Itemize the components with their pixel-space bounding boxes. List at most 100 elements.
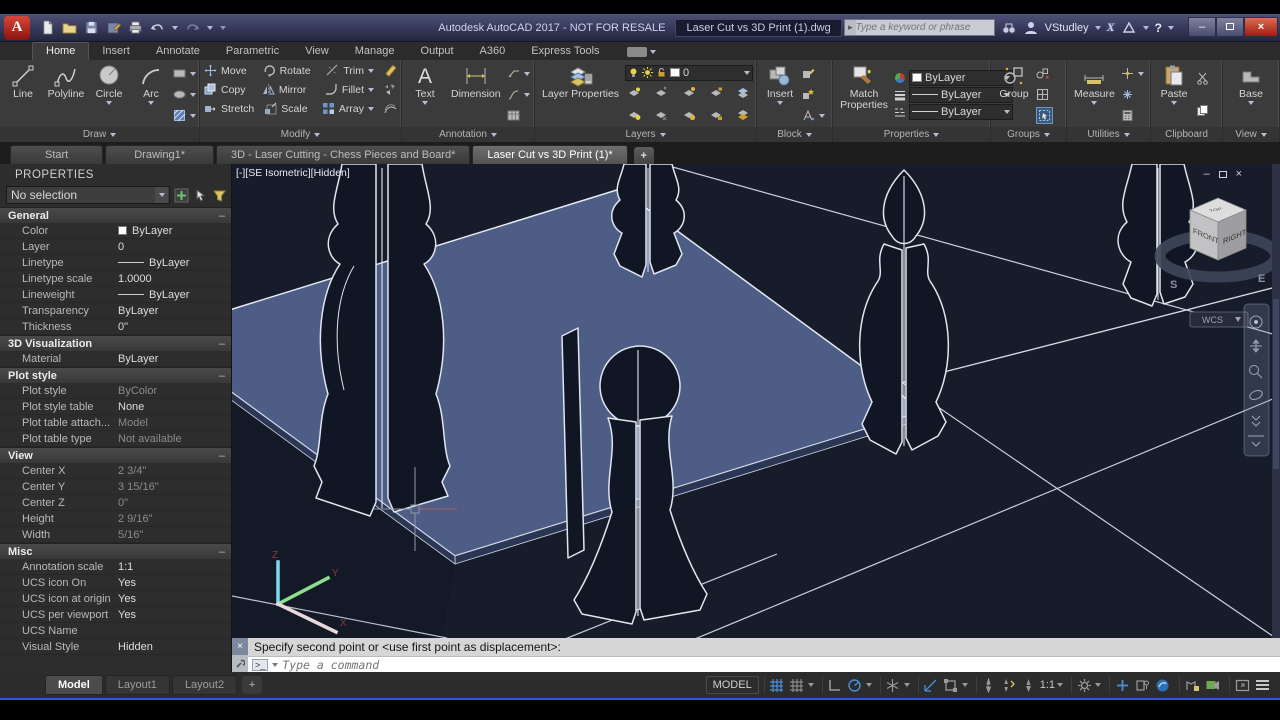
insert-dropdown-icon[interactable] bbox=[777, 101, 783, 105]
workspace-dropdown-icon[interactable] bbox=[1095, 683, 1101, 687]
property-row[interactable]: Linetype ByLayer bbox=[0, 255, 231, 271]
block-edit-icon[interactable] bbox=[802, 65, 825, 82]
property-row[interactable]: Visual Style Hidden bbox=[0, 639, 231, 655]
collapse-icon[interactable]: – bbox=[219, 338, 225, 350]
new-file-icon[interactable] bbox=[40, 20, 55, 35]
section-plot-style[interactable]: Plot style – bbox=[0, 367, 231, 383]
measure-dropdown-icon[interactable] bbox=[1091, 101, 1098, 105]
object-snap-tracking-icon[interactable] bbox=[922, 676, 940, 694]
utilities-panel-expand-icon[interactable] bbox=[1123, 132, 1130, 137]
close-button[interactable]: × bbox=[1244, 16, 1278, 37]
properties-panel-expand-icon[interactable] bbox=[933, 132, 940, 137]
undo-dropdown-icon[interactable] bbox=[172, 25, 178, 30]
property-row[interactable]: Transparency ByLayer bbox=[0, 303, 231, 319]
block-panel-expand-icon[interactable] bbox=[805, 132, 812, 137]
paste-dropdown-icon[interactable] bbox=[1171, 101, 1177, 105]
layers-panel-expand-icon[interactable] bbox=[659, 132, 666, 137]
insert-button[interactable]: Insert bbox=[760, 62, 800, 127]
open-folder-icon[interactable] bbox=[62, 20, 77, 35]
new-layout-button[interactable]: + bbox=[242, 676, 263, 694]
toggle-pickadd-icon[interactable] bbox=[174, 188, 189, 203]
fillet-dropdown-icon[interactable] bbox=[368, 87, 374, 92]
draw-panel-expand-icon[interactable] bbox=[110, 132, 117, 137]
viewport-restore-icon[interactable] bbox=[1218, 170, 1227, 178]
section-misc[interactable]: Misc – bbox=[0, 543, 231, 559]
layer-properties-button[interactable]: Layer Properties bbox=[538, 62, 623, 127]
snap-mode-icon[interactable] bbox=[788, 676, 806, 694]
table-tool-icon[interactable] bbox=[507, 107, 530, 124]
utilities-panel-label[interactable]: Utilities bbox=[1067, 127, 1150, 142]
erase-icon[interactable] bbox=[384, 62, 397, 79]
collapse-icon[interactable]: – bbox=[219, 450, 225, 462]
wcs-label[interactable]: WCS bbox=[1202, 315, 1223, 325]
groups-panel-label[interactable]: Groups bbox=[991, 127, 1066, 142]
match-properties-button[interactable]: Match Properties bbox=[836, 62, 892, 127]
draw-panel-label[interactable]: Draw bbox=[0, 127, 199, 142]
block-attr-dropdown-icon[interactable] bbox=[819, 113, 825, 118]
trim-dropdown-icon[interactable] bbox=[368, 68, 374, 73]
base-button[interactable]: Base bbox=[1231, 62, 1271, 127]
copy-button[interactable]: Copy bbox=[204, 81, 252, 98]
property-row[interactable]: Lineweight ByLayer bbox=[0, 287, 231, 303]
clean-screen-icon[interactable] bbox=[1233, 676, 1251, 694]
polar-tracking-icon[interactable] bbox=[846, 676, 864, 694]
tab-express-tools[interactable]: Express Tools bbox=[518, 43, 612, 60]
modify-panel-expand-icon[interactable] bbox=[314, 132, 321, 137]
property-row[interactable]: Annotation scale 1:1 bbox=[0, 559, 231, 575]
autocad-app-menu-icon[interactable]: A bbox=[4, 15, 30, 40]
signed-in-user[interactable]: VStudley bbox=[1045, 22, 1089, 34]
layer-tool-icon[interactable] bbox=[628, 108, 641, 124]
quick-select-icon[interactable] bbox=[212, 188, 227, 203]
property-row[interactable]: Thickness 0" bbox=[0, 319, 231, 335]
properties-panel-label[interactable]: Properties bbox=[833, 127, 990, 142]
ellipse-tool-icon[interactable] bbox=[173, 86, 196, 103]
property-row[interactable]: Layer 0 bbox=[0, 239, 231, 255]
layer-tool-icon[interactable] bbox=[710, 108, 723, 124]
layer-tool-icon[interactable] bbox=[683, 86, 696, 102]
layer-tool-icon[interactable] bbox=[655, 86, 668, 102]
annotation-scale-value[interactable]: 1:1 bbox=[1040, 679, 1055, 691]
redo-icon[interactable] bbox=[185, 20, 200, 35]
annotation-panel-expand-icon[interactable] bbox=[490, 132, 497, 137]
undo-icon[interactable] bbox=[150, 20, 165, 35]
layer-tool-icon[interactable] bbox=[737, 108, 750, 124]
collapse-icon[interactable]: – bbox=[219, 210, 225, 222]
view-panel-expand-icon[interactable] bbox=[1260, 132, 1267, 137]
annotation-autoscale-icon[interactable] bbox=[1000, 676, 1018, 694]
leader-dropdown-icon[interactable] bbox=[523, 92, 530, 97]
command-input-row[interactable]: >_ bbox=[248, 657, 1280, 672]
save-as-icon[interactable] bbox=[106, 20, 122, 35]
viewcube-south-label[interactable]: S bbox=[1170, 279, 1177, 291]
mleader-tool-icon[interactable] bbox=[507, 65, 530, 82]
tab-view[interactable]: View bbox=[292, 43, 342, 60]
property-row[interactable]: UCS icon at origin Yes bbox=[0, 591, 231, 607]
leader-tool-icon[interactable] bbox=[507, 86, 530, 103]
polar-dropdown-icon[interactable] bbox=[865, 683, 872, 687]
workspace-gear-icon[interactable] bbox=[1075, 676, 1093, 694]
offset-icon[interactable] bbox=[384, 100, 397, 117]
property-row[interactable]: UCS per viewport Yes bbox=[0, 607, 231, 623]
layout-tab-layout1[interactable]: Layout1 bbox=[104, 675, 170, 695]
model-space-indicator[interactable]: MODEL bbox=[705, 676, 759, 694]
command-customize-icon[interactable] bbox=[232, 655, 248, 672]
trim-button[interactable]: Trim bbox=[326, 62, 374, 79]
chess-piece-rook[interactable] bbox=[313, 164, 451, 517]
text-button[interactable]: A Text bbox=[405, 62, 445, 127]
property-row[interactable]: Linetype scale 1.0000 bbox=[0, 271, 231, 287]
command-close-icon[interactable]: × bbox=[232, 638, 248, 655]
chess-piece-small[interactable] bbox=[611, 164, 685, 278]
select-objects-icon[interactable] bbox=[193, 188, 208, 203]
redo-dropdown-icon[interactable] bbox=[207, 25, 213, 30]
isodraft-dropdown-icon[interactable] bbox=[903, 683, 910, 687]
mleader-dropdown-icon[interactable] bbox=[523, 71, 530, 76]
property-row[interactable]: UCS Name bbox=[0, 623, 231, 639]
file-tab-start[interactable]: Start bbox=[10, 145, 104, 164]
search-history-icon[interactable]: ▸ bbox=[845, 20, 856, 35]
search-input[interactable] bbox=[855, 22, 994, 33]
hatch-tool-icon[interactable] bbox=[173, 107, 196, 124]
layer-combo[interactable]: 0 bbox=[625, 64, 753, 81]
file-tab-chess[interactable]: 3D - Laser Cutting - Chess Pieces and Bo… bbox=[215, 145, 471, 164]
help-icon[interactable]: ? bbox=[1155, 21, 1162, 35]
a360-dropdown-icon[interactable] bbox=[1142, 25, 1149, 30]
plot-icon[interactable] bbox=[128, 20, 143, 35]
